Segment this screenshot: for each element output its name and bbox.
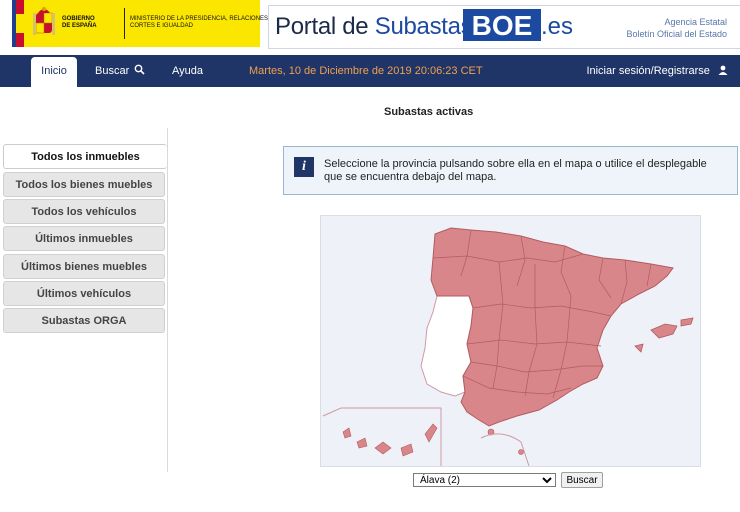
boe-logo: BOE (463, 9, 541, 41)
login-link[interactable]: Iniciar sesión/Registrarse (586, 55, 728, 87)
melilla[interactable] (518, 449, 524, 455)
sidebar-item-ultimos-inmuebles[interactable]: Últimos inmuebles (3, 226, 165, 251)
agency-line1: Agencia Estatal (664, 17, 727, 27)
sidebar-item-todos-inmuebles[interactable]: Todos los inmuebles (3, 144, 167, 169)
sidebar-item-ultimos-vehiculos[interactable]: Últimos vehículos (3, 281, 165, 306)
spain-map[interactable] (321, 216, 700, 467)
gobierno-logo[interactable]: GOBIERNO DE ESPAÑA MINISTERIO DE LA PRES… (12, 0, 296, 47)
header-divider (124, 8, 125, 39)
ibiza[interactable] (634, 343, 644, 353)
canary-islands[interactable] (342, 423, 438, 457)
sidebar-menu: Todos los inmuebles Todos los bienes mue… (3, 128, 168, 472)
sidebar-item-subastas-orga[interactable]: Subastas ORGA (3, 308, 165, 333)
buscar-button[interactable]: Buscar (561, 472, 603, 488)
magnifier-icon (134, 64, 145, 75)
boe-logo-text: BOE (472, 10, 533, 41)
province-select[interactable]: Álava (2) (413, 473, 556, 487)
current-datetime: Martes, 10 de Diciembre de 2019 20:06:23… (249, 65, 483, 77)
sidebar-item-todos-bienes-muebles[interactable]: Todos los bienes muebles (3, 172, 165, 197)
login-label: Iniciar sesión/Registrarse (586, 65, 710, 77)
gobierno-name: GOBIERNO DE ESPAÑA (62, 16, 97, 29)
portal-suffix: .es (541, 13, 574, 40)
canary-inset-frame (322, 407, 442, 466)
nav-buscar[interactable]: Buscar (95, 55, 145, 87)
site-header: GOBIERNO DE ESPAÑA MINISTERIO DE LA PRES… (0, 0, 740, 52)
sidebar-item-ultimos-bienes-muebles[interactable]: Últimos bienes muebles (3, 254, 165, 279)
nav-buscar-label: Buscar (95, 65, 130, 77)
portal-logo[interactable]: Portal de Subastas. BOE .es Agencia Esta… (268, 5, 740, 49)
user-icon (718, 65, 728, 75)
sidebar-item-todos-vehiculos[interactable]: Todos los vehículos (3, 199, 165, 224)
agency-line2: Boletín Oficial del Estado (626, 29, 727, 39)
info-message: i Seleccione la provincia pulsando sobre… (283, 146, 738, 195)
menorca[interactable] (680, 317, 694, 327)
nav-ayuda[interactable]: Ayuda (172, 55, 203, 87)
spain-flag-icon (12, 0, 24, 47)
info-icon: i (294, 157, 314, 177)
main-nav: Inicio Buscar Ayuda Martes, 10 de Diciem… (0, 55, 740, 87)
info-text: Seleccione la provincia pulsando sobre e… (324, 158, 707, 183)
portal-title: Portal de Subastas. (275, 13, 479, 41)
page-title: Subastas activas (384, 106, 474, 118)
coat-of-arms-icon (33, 7, 55, 35)
agency-name: Agencia Estatal Boletín Oficial del Esta… (626, 16, 727, 40)
nav-inicio[interactable]: Inicio (31, 57, 77, 87)
portal-prefix: Portal de (275, 13, 375, 40)
balearic-islands[interactable] (650, 323, 678, 339)
province-map[interactable] (320, 215, 701, 467)
